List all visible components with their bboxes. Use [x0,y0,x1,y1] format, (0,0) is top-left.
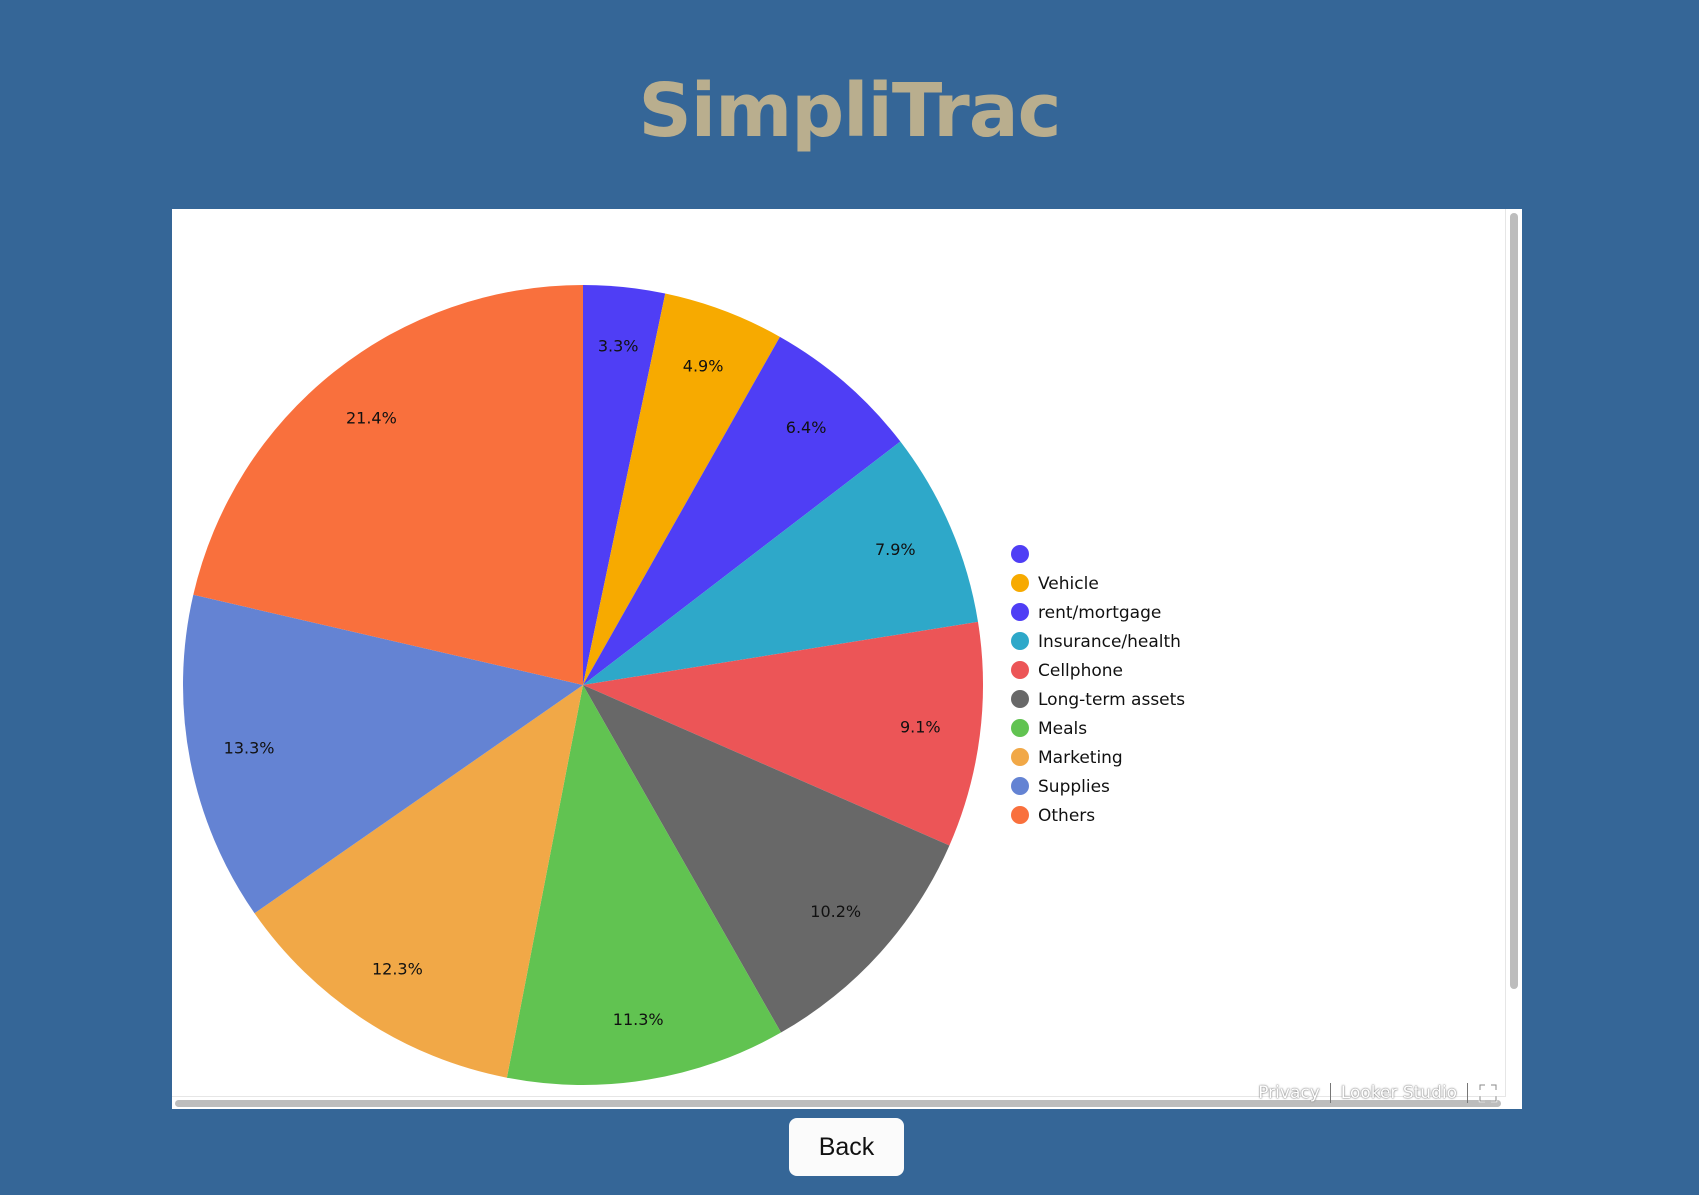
looker-studio-link[interactable]: Looker Studio [1341,1083,1457,1103]
app-title: SimpliTrac [638,68,1061,154]
legend-label[interactable]: Insurance/health [1038,632,1181,652]
vertical-scrollbar[interactable] [1505,209,1522,1097]
legend-swatch [1011,690,1029,708]
legend-swatch [1011,719,1029,737]
pie-slice-label: 9.1% [900,718,941,737]
legend-label[interactable]: Marketing [1038,748,1123,768]
chart-legend: Vehicle rent/mortgage Insurance/health Cell… [1011,545,1185,826]
legend-swatch [1011,661,1029,679]
report-embed: 3.3% 4.9% 6.4% 7.9% 9.1% 10.2% 11.3% 12.3% 13.3%… [172,209,1522,1109]
pie-slice-label: 6.4% [786,418,827,437]
vertical-scrollbar-thumb[interactable] [1510,213,1518,989]
pie-slice-label: 4.9% [683,356,724,375]
legend-label[interactable]: rent/mortgage [1038,603,1161,623]
legend-swatch [1011,574,1029,592]
pie-slice-label: 21.4% [346,408,397,427]
fullscreen-icon[interactable] [1478,1083,1498,1103]
legend-label[interactable]: Cellphone [1038,661,1123,681]
footer-divider [1329,1083,1331,1103]
pie-slice-label: 7.9% [875,540,916,559]
pie-slices [182,285,984,1085]
pie-slice-label: 10.2% [810,902,861,921]
legend-label[interactable]: Supplies [1038,777,1110,797]
legend-swatch [1011,777,1029,795]
pie-slice-label: 11.3% [613,1010,664,1029]
legend-swatch [1011,545,1029,563]
pie-chart: 3.3% 4.9% 6.4% 7.9% 9.1% 10.2% 11.3% 12.3% 13.3%… [182,285,1185,1085]
legend-swatch [1011,632,1029,650]
pie-slice-label: 3.3% [598,336,639,355]
legend-label[interactable]: Vehicle [1038,574,1099,594]
legend-label[interactable]: Meals [1038,719,1087,739]
legend-swatch [1011,806,1029,824]
report-footer: Privacy Looker Studio [1258,1083,1498,1103]
legend-swatch [1011,748,1029,766]
back-button[interactable]: Back [789,1118,904,1176]
pie-slice-label: 12.3% [372,959,423,978]
legend-label[interactable]: Others [1038,806,1095,826]
legend-label[interactable]: Long-term assets [1038,690,1185,710]
footer-divider [1467,1083,1468,1103]
pie-slice-label: 13.3% [224,739,275,758]
privacy-link[interactable]: Privacy [1258,1083,1320,1103]
legend-swatch [1011,603,1029,621]
